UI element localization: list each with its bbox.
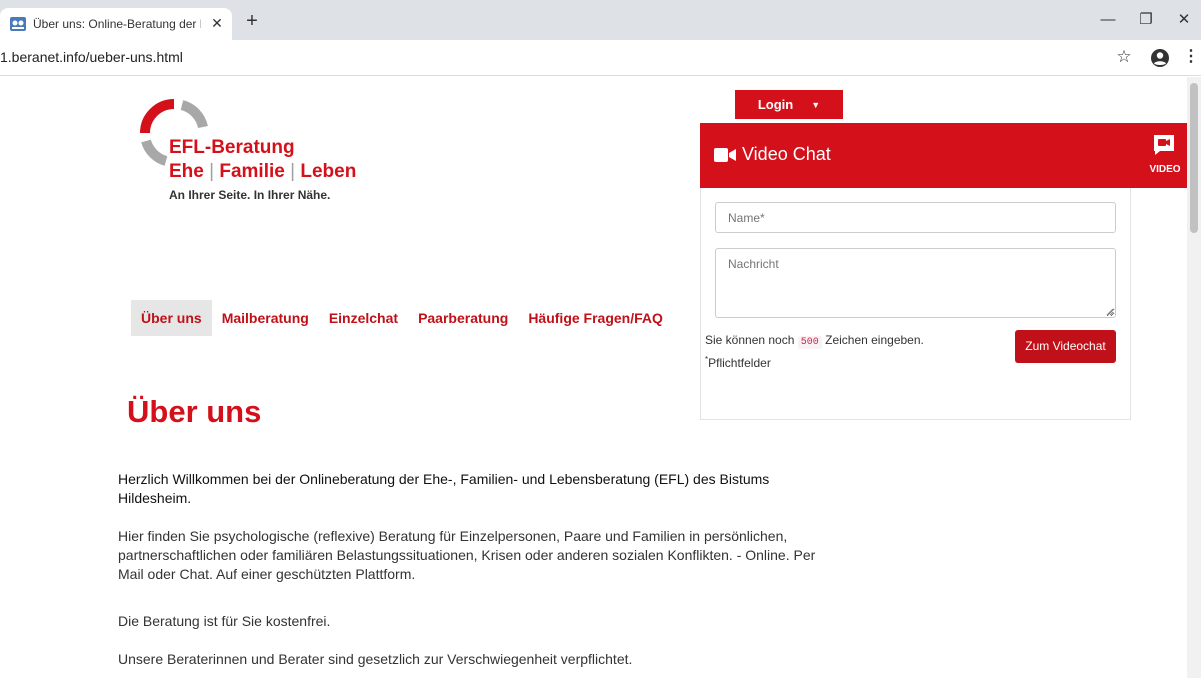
resize-handle-icon[interactable] (1106, 308, 1114, 316)
tab-close-icon[interactable]: ✕ (208, 14, 226, 32)
intro-lead: Herzlich Willkommen bei der Onlineberatu… (118, 471, 770, 506)
minimize-button[interactable]: — (1093, 8, 1123, 32)
nav-item-mailberatung[interactable]: Mailberatung (212, 300, 319, 336)
nav-item-paarberatung[interactable]: Paarberatung (408, 300, 518, 336)
logo-separator: | (290, 161, 296, 182)
char-count: 500 (797, 336, 822, 349)
nav-item-faq[interactable]: Häufige Fragen/FAQ (518, 300, 673, 336)
logo-word-ehe: Ehe (169, 161, 204, 182)
video-tab-label[interactable]: VIDEO (1145, 164, 1185, 175)
efl-logo-icon[interactable] (136, 95, 212, 171)
logo-separator: | (209, 161, 215, 182)
logo-word-leben: Leben (300, 161, 357, 182)
video-tab-icon[interactable] (1152, 134, 1176, 156)
caret-down-icon: ▼ (811, 100, 821, 110)
menu-kebab-icon[interactable]: ⋮ (1183, 47, 1199, 67)
logo-subtitle: Ehe | Familie | Leben (169, 161, 356, 183)
video-chat-title: Video Chat (742, 144, 831, 164)
page-viewport: EFL-Beratung Ehe | Familie | Leben An Ih… (0, 77, 1201, 678)
required-note: *Pflichtfelder (705, 355, 771, 370)
profile-icon[interactable] (1150, 48, 1170, 68)
url-field[interactable]: 1.beranet.info/ueber-uns.html (0, 49, 183, 65)
char-counter-info: Sie können noch 500 Zeichen eingeben. *P… (705, 332, 935, 372)
login-label: Login (757, 97, 794, 112)
bookmark-star-icon[interactable]: ☆ (1114, 47, 1134, 67)
browser-tab[interactable]: Über uns: Online-Beratung der Ef ✕ (0, 8, 232, 40)
cost-paragraph: Die Beratung ist für Sie kostenfrei. (118, 613, 331, 629)
start-videochat-button[interactable]: Zum Videochat (1015, 330, 1116, 363)
maximize-button[interactable]: ❐ (1131, 8, 1161, 32)
login-button[interactable]: Login ▼ (735, 90, 843, 119)
logo-tagline: An Ihrer Seite. In Ihrer Nähe. (169, 188, 331, 202)
message-textarea[interactable] (715, 248, 1116, 318)
counter-suffix: Zeichen eingeben. (825, 333, 924, 347)
main-nav: Über uns Mailberatung Einzelchat Paarber… (131, 300, 673, 336)
counter-prefix: Sie können noch (705, 333, 795, 347)
video-camera-icon (714, 148, 736, 162)
close-window-button[interactable]: ✕ (1169, 8, 1199, 32)
browser-tab-bar: Über uns: Online-Beratung der Ef ✕ + — ❐… (0, 0, 1201, 40)
nav-item-einzelchat[interactable]: Einzelchat (319, 300, 408, 336)
tab-title: Über uns: Online-Beratung der Ef (33, 17, 201, 31)
confidentiality-paragraph: Unsere Beraterinnen und Berater sind ges… (118, 651, 633, 667)
video-chat-header: Video Chat VIDEO (700, 123, 1201, 188)
video-chat-form: Sie können noch 500 Zeichen eingeben. *P… (700, 188, 1131, 420)
nav-item-ueber-uns[interactable]: Über uns (131, 300, 212, 336)
required-label: Pflichtfelder (708, 356, 771, 370)
page-scrollbar[interactable] (1187, 77, 1201, 678)
logo-title: EFL-Beratung (169, 137, 295, 158)
address-bar: 1.beranet.info/ueber-uns.html ☆ ⋮ (0, 40, 1201, 76)
new-tab-button[interactable]: + (240, 10, 264, 34)
intro-paragraph: Hier finden Sie psychologische (reflexiv… (118, 528, 816, 582)
name-input[interactable] (715, 202, 1116, 233)
page-title: Über uns (127, 394, 262, 429)
logo-word-familie: Familie (219, 161, 285, 182)
site-favicon-icon (10, 17, 26, 31)
scrollbar-thumb[interactable] (1190, 83, 1198, 233)
